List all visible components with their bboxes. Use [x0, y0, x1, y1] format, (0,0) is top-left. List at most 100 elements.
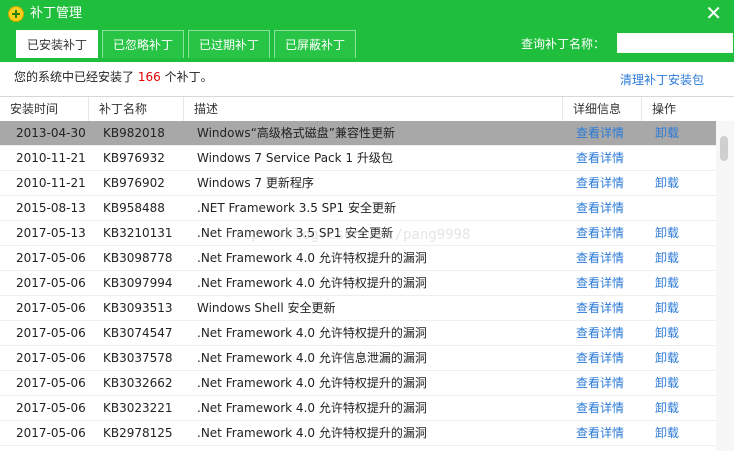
- install-date: 2017-05-13: [16, 226, 86, 240]
- uninstall-link[interactable]: 卸载: [655, 246, 695, 271]
- patch-id: KB982018: [103, 126, 165, 140]
- view-details-link[interactable]: 查看详情: [576, 371, 646, 396]
- view-details-link[interactable]: 查看详情: [576, 146, 646, 171]
- patch-description: Windows Shell 安全更新: [197, 301, 336, 315]
- view-details-link[interactable]: 查看详情: [576, 321, 646, 346]
- patch-id: KB3037578: [103, 351, 173, 365]
- table-row[interactable]: 2010-11-21 KB976932 Windows 7 Service Pa…: [0, 146, 716, 171]
- patch-description: Windows 7 更新程序: [197, 176, 314, 190]
- view-details-link[interactable]: 查看详情: [576, 396, 646, 421]
- patch-id: KB976902: [103, 176, 165, 190]
- table-row[interactable]: 2017-05-06 KB3037578 .Net Framework 4.0 …: [0, 346, 716, 371]
- install-date: 2013-04-30: [16, 126, 86, 140]
- patch-id: KB3098778: [103, 251, 173, 265]
- patch-id: KB2978125: [103, 426, 173, 440]
- column-patch-name[interactable]: 补丁名称: [88, 97, 183, 121]
- tab-ignored[interactable]: 已忽略补丁: [102, 30, 185, 58]
- summary-prefix: 您的系统中已经安装了: [14, 70, 135, 84]
- uninstall-link[interactable]: [655, 196, 695, 221]
- patch-description: .Net Framework 4.0 允许特权提升的漏洞: [197, 401, 427, 415]
- patch-id: KB3093513: [103, 301, 173, 315]
- view-details-link[interactable]: 查看详情: [576, 121, 646, 146]
- patch-id: KB958488: [103, 201, 165, 215]
- install-date: 2017-05-06: [16, 401, 86, 415]
- view-details-link[interactable]: 查看详情: [576, 271, 646, 296]
- uninstall-link[interactable]: 卸载: [655, 271, 695, 296]
- uninstall-link[interactable]: 卸载: [655, 396, 695, 421]
- close-icon[interactable]: ✕: [705, 3, 722, 23]
- patch-id: KB3210131: [103, 226, 173, 240]
- view-details-link[interactable]: 查看详情: [576, 346, 646, 371]
- uninstall-link[interactable]: 卸载: [655, 321, 695, 346]
- install-date: 2017-05-06: [16, 326, 86, 340]
- table-scrollbar[interactable]: [716, 121, 734, 451]
- summary-suffix: 个补丁。: [164, 70, 213, 84]
- patch-description: .Net Framework 4.0 允许特权提升的漏洞: [197, 326, 427, 340]
- table-row[interactable]: 2017-05-06 KB2978125 .Net Framework 4.0 …: [0, 421, 716, 446]
- uninstall-link[interactable]: 卸载: [655, 221, 695, 246]
- patch-description: .Net Framework 4.0 允许特权提升的漏洞: [197, 376, 427, 390]
- view-details-link[interactable]: 查看详情: [576, 421, 646, 446]
- patch-id: KB3074547: [103, 326, 173, 340]
- patch-description: Windows 7 Service Pack 1 升级包: [197, 151, 393, 165]
- view-details-link[interactable]: 查看详情: [576, 196, 646, 221]
- table-row[interactable]: 2017-05-06 KB3093513 Windows Shell 安全更新 …: [0, 296, 716, 321]
- uninstall-link[interactable]: [655, 146, 695, 171]
- patch-description: .Net Framework 4.0 允许信息泄漏的漏洞: [197, 351, 427, 365]
- view-details-link[interactable]: 查看详情: [576, 171, 646, 196]
- patch-tabs: 已安装补丁 已忽略补丁 已过期补丁 已屏蔽补丁: [16, 30, 357, 58]
- install-date: 2017-05-06: [16, 426, 86, 440]
- column-install-date[interactable]: 安装时间: [0, 97, 88, 121]
- uninstall-link[interactable]: 卸载: [655, 346, 695, 371]
- patch-description: Windows“高级格式磁盘”兼容性更新: [197, 126, 396, 140]
- uninstall-link[interactable]: 卸载: [655, 371, 695, 396]
- tab-installed[interactable]: 已安装补丁: [16, 30, 99, 58]
- table-row[interactable]: 2010-11-21 KB976902 Windows 7 更新程序 查看详情 …: [0, 171, 716, 196]
- patch-id: KB3032662: [103, 376, 173, 390]
- install-date: 2015-08-13: [16, 201, 86, 215]
- patch-description: .Net Framework 4.0 允许特权提升的漏洞: [197, 276, 427, 290]
- uninstall-link[interactable]: 卸载: [655, 296, 695, 321]
- patch-id: KB3097994: [103, 276, 173, 290]
- view-details-link[interactable]: 查看详情: [576, 246, 646, 271]
- uninstall-link[interactable]: 卸载: [655, 171, 695, 196]
- scroll-thumb[interactable]: [720, 136, 728, 161]
- uninstall-link[interactable]: 卸载: [655, 421, 695, 446]
- table-row[interactable]: 2017-05-06 KB3032662 .Net Framework 4.0 …: [0, 371, 716, 396]
- install-date: 2017-05-06: [16, 351, 86, 365]
- clean-packages-link[interactable]: 清理补丁安装包: [620, 72, 704, 88]
- installed-summary: 您的系统中已经安装了 166 个补丁。: [14, 69, 213, 85]
- patch-id: KB976932: [103, 151, 165, 165]
- install-date: 2010-11-21: [16, 151, 86, 165]
- search-label: 查询补丁名称：: [521, 37, 606, 51]
- table-row[interactable]: 2017-05-06 KB3074547 .Net Framework 4.0 …: [0, 321, 716, 346]
- install-date: 2010-11-21: [16, 176, 86, 190]
- uninstall-link[interactable]: 卸载: [655, 121, 695, 146]
- table-row[interactable]: 2017-05-13 KB3210131 .Net Framework 3.5 …: [0, 221, 716, 246]
- table-row[interactable]: 2013-04-30 KB982018 Windows“高级格式磁盘”兼容性更新…: [0, 121, 716, 146]
- install-date: 2017-05-06: [16, 276, 86, 290]
- column-description[interactable]: 描述: [183, 97, 562, 121]
- view-details-link[interactable]: 查看详情: [576, 296, 646, 321]
- install-date: 2017-05-06: [16, 376, 86, 390]
- table-row[interactable]: 2015-08-13 KB958488 .NET Framework 3.5 S…: [0, 196, 716, 221]
- view-details-link[interactable]: 查看详情: [576, 221, 646, 246]
- install-date: 2017-05-06: [16, 251, 86, 265]
- search-input[interactable]: [617, 33, 733, 53]
- patch-description: .Net Framework 3.5 SP1 安全更新: [197, 226, 394, 240]
- installed-count: 166: [137, 70, 161, 84]
- title-bar: 补丁管理 ✕ 已安装补丁 已忽略补丁 已过期补丁 已屏蔽补丁 查询补丁名称：: [0, 0, 734, 62]
- table-header: 安装时间 补丁名称 描述 详细信息 操作: [0, 96, 734, 122]
- patch-manager-window: 补丁管理 ✕ 已安装补丁 已忽略补丁 已过期补丁 已屏蔽补丁 查询补丁名称： 您…: [0, 0, 734, 451]
- table-row[interactable]: 2017-05-06 KB3098778 .Net Framework 4.0 …: [0, 246, 716, 271]
- patch-id: KB3023221: [103, 401, 173, 415]
- patch-description: .NET Framework 3.5 SP1 安全更新: [197, 201, 396, 215]
- tab-expired[interactable]: 已过期补丁: [188, 30, 271, 58]
- patch-table: 2013-04-30 KB982018 Windows“高级格式磁盘”兼容性更新…: [0, 121, 716, 451]
- install-date: 2017-05-06: [16, 301, 86, 315]
- table-row[interactable]: 2017-05-06 KB3097994 .Net Framework 4.0 …: [0, 271, 716, 296]
- column-actions: 操作: [641, 97, 714, 121]
- patch-description: .Net Framework 4.0 允许特权提升的漏洞: [197, 426, 427, 440]
- tab-blocked[interactable]: 已屏蔽补丁: [274, 30, 357, 58]
- table-row[interactable]: 2017-05-06 KB3023221 .Net Framework 4.0 …: [0, 396, 716, 421]
